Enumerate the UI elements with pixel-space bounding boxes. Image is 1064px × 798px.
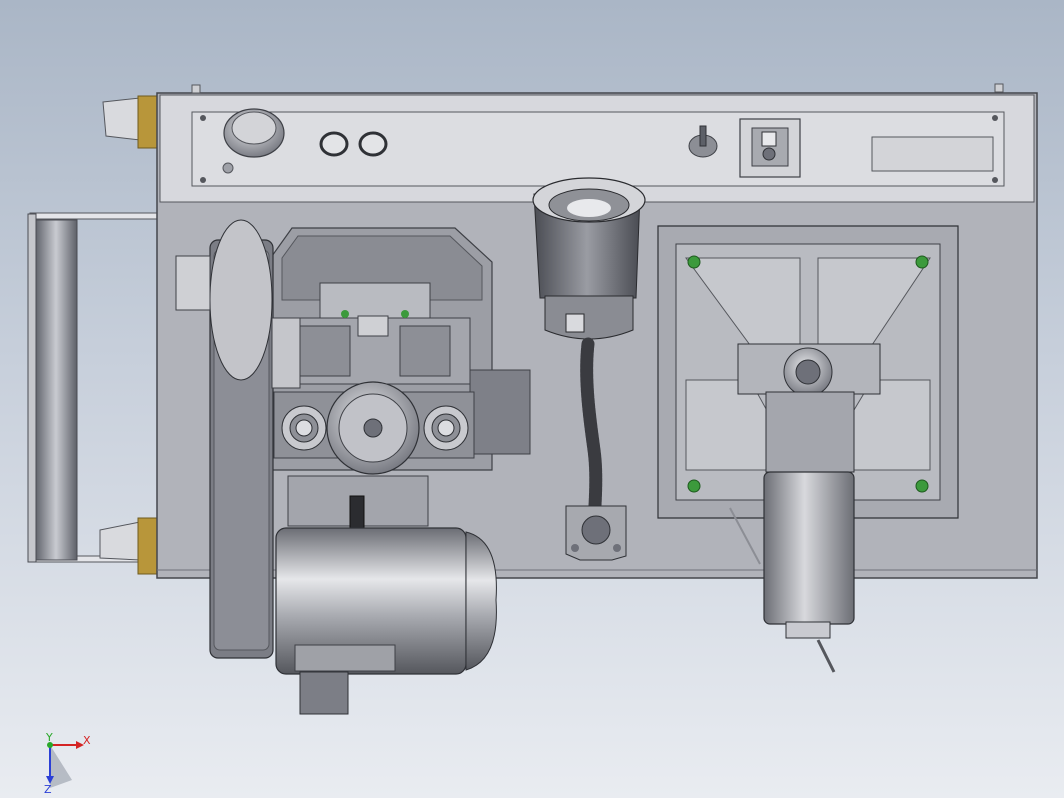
main-pulley[interactable] [326, 381, 420, 475]
y-axis-label: Y [45, 731, 53, 744]
display-window [871, 136, 994, 172]
work-lamp-head[interactable] [532, 177, 646, 340]
power-socket[interactable] [739, 118, 801, 178]
x-axis-label: X [83, 734, 91, 747]
indicator-light-1 [319, 131, 349, 157]
coordinate-triad: X Y Z [44, 731, 91, 796]
gearbox-bearing-left [281, 405, 327, 451]
cad-viewport[interactable]: X Y Z [0, 0, 1064, 798]
roller-assembly[interactable] [27, 212, 161, 563]
gearbox-bearing-right [423, 405, 469, 451]
z-axis-label: Z [44, 783, 52, 796]
left-handle-top[interactable] [102, 95, 159, 149]
left-handle-bottom[interactable] [99, 517, 159, 575]
drive-motor[interactable] [275, 527, 497, 715]
lamp-base [565, 505, 627, 561]
spindle-hub[interactable] [737, 343, 881, 397]
indicator-light-2 [358, 131, 388, 157]
